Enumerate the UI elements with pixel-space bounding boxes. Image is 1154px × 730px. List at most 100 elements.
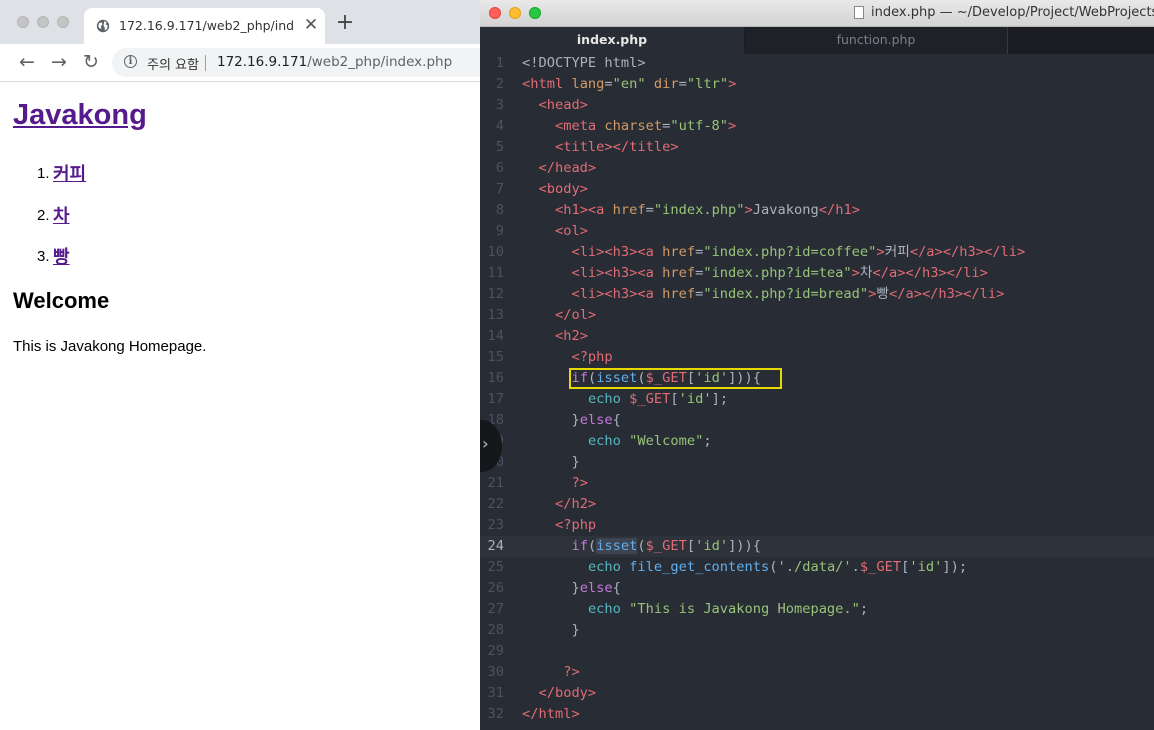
code-line[interactable]: 32 </html> — [480, 704, 1154, 725]
code-text: <html lang="en" dir="ltr"> — [522, 74, 736, 95]
zoom-window-button[interactable] — [57, 16, 69, 28]
code-token: "Welcome" — [629, 433, 704, 449]
code-token: $_GET — [859, 559, 902, 575]
plus-icon[interactable]: + — [334, 12, 356, 34]
close-icon[interactable]: ✕ — [301, 15, 321, 35]
code-line[interactable]: 25 echo file_get_contents('./data/'.$_GE… — [480, 557, 1154, 578]
code-line[interactable]: 14 <h2> — [480, 326, 1154, 347]
code-token: ( — [587, 538, 597, 554]
code-token: = — [645, 202, 654, 218]
list-link-tea[interactable]: 차 — [53, 202, 70, 228]
line-number: 32 — [487, 706, 504, 722]
code-token: </body> — [538, 685, 597, 701]
code-text: <ol> — [522, 221, 588, 242]
code-line[interactable]: 31 </body> — [480, 683, 1154, 704]
code-line[interactable]: 29 — [480, 641, 1154, 662]
list-link-bread[interactable]: 빵 — [53, 243, 70, 269]
code-text: <?php — [522, 347, 612, 368]
code-text: </head> — [522, 158, 596, 179]
code-token: > — [728, 118, 737, 134]
code-line[interactable]: 21 ?> — [480, 473, 1154, 494]
code-token: <li><h3><a — [571, 244, 654, 260]
info-icon[interactable]: i — [124, 55, 137, 68]
line-number: 26 — [487, 580, 504, 596]
code-text: <head> — [522, 95, 587, 116]
code-text: }else{ — [522, 410, 620, 431]
code-line[interactable]: 10 <li><h3><a href="index.php?id=coffee"… — [480, 242, 1154, 263]
minimize-window-button[interactable] — [37, 16, 49, 28]
code-line[interactable]: 17 echo $_GET['id']; — [480, 389, 1154, 410]
code-token: <h2> — [554, 328, 588, 344]
line-number: 1 — [495, 55, 504, 71]
code-line[interactable]: 24 if(isset($_GET['id'])){ — [480, 536, 1154, 557]
code-token: $_GET — [629, 391, 671, 407]
zoom-window-button[interactable] — [529, 7, 541, 19]
line-number: 15 — [487, 349, 504, 365]
list-link-coffee[interactable]: 커피 — [53, 160, 86, 186]
code-line[interactable]: 6 </head> — [480, 158, 1154, 179]
code-line[interactable]: 27 echo "This is Javakong Homepage."; — [480, 599, 1154, 620]
code-line[interactable]: 12 <li><h3><a href="index.php?id=bread">… — [480, 284, 1154, 305]
url-text[interactable]: 172.16.9.171/web2_php/index.php — [217, 54, 452, 70]
code-token: 'id' — [695, 538, 729, 554]
code-line[interactable]: 20 } — [480, 452, 1154, 473]
code-token: { — [612, 580, 621, 596]
line-number: 29 — [487, 643, 504, 659]
security-label[interactable]: 주의 요함 — [147, 54, 199, 73]
code-line[interactable]: 9 <ol> — [480, 221, 1154, 242]
heading-link[interactable]: Javakong — [13, 99, 147, 131]
code-token: "index.php?id=bread" — [703, 286, 869, 302]
code-line[interactable]: 23 <?php — [480, 515, 1154, 536]
code-line[interactable]: 1 <!DOCTYPE html> — [480, 53, 1154, 74]
code-line[interactable]: 4 <meta charset="utf-8"> — [480, 116, 1154, 137]
code-line[interactable]: 11 <li><h3><a href="index.php?id=tea">차<… — [480, 263, 1154, 284]
back-arrow-icon[interactable]: ← — [16, 51, 38, 73]
code-token: "This is Javakong Homepage." — [629, 601, 860, 617]
minimize-window-button[interactable] — [509, 7, 521, 19]
editor-title-bar: index.php — ~/Develop/Project/WebProject… — [480, 0, 1154, 27]
code-line[interactable]: 28 } — [480, 620, 1154, 641]
editor-window-title: index.php — ~/Develop/Project/WebProject… — [871, 5, 1154, 20]
code-line[interactable]: 13 </ol> — [480, 305, 1154, 326]
code-token: </h2> — [554, 496, 597, 512]
code-token: <?php — [554, 517, 597, 533]
code-area[interactable]: 1 <!DOCTYPE html> 2 <html lang="en" dir="lt… — [480, 54, 1154, 730]
address-bar[interactable]: i 주의 요함 172.16.9.171/web2_php/index.php — [112, 48, 480, 77]
code-line[interactable]: 22 </h2> — [480, 494, 1154, 515]
forward-arrow-icon[interactable]: → — [48, 51, 70, 73]
list-number: 2. — [37, 207, 50, 224]
code-token: "ltr" — [686, 76, 729, 92]
close-window-button[interactable] — [489, 7, 501, 19]
code-text: <li><h3><a href="index.php?id=bread">빵</… — [522, 284, 1004, 305]
code-line[interactable]: 15 <?php — [480, 347, 1154, 368]
code-token: Javakong — [752, 202, 819, 218]
browser-tab[interactable]: 172.16.9.171/web2_php/index.p ✕ — [84, 8, 325, 44]
code-text: <h1><a href="index.php">Javakong</h1> — [522, 200, 860, 221]
code-line[interactable]: 18 }else{ — [480, 410, 1154, 431]
code-text: if(isset($_GET['id'])){ — [522, 536, 761, 557]
tab-index-php[interactable]: index.php — [480, 27, 744, 54]
code-line[interactable]: 7 <body> — [480, 179, 1154, 200]
code-line[interactable]: 8 <h1><a href="index.php">Javakong</h1> — [480, 200, 1154, 221]
code-line[interactable]: 26 }else{ — [480, 578, 1154, 599]
code-line[interactable]: 5 <title></title> — [480, 137, 1154, 158]
code-token: 차 — [859, 265, 873, 281]
code-line[interactable]: 19 echo "Welcome"; — [480, 431, 1154, 452]
code-line[interactable]: 3 <head> — [480, 95, 1154, 116]
code-text: </body> — [522, 683, 596, 704]
line-number: 28 — [487, 622, 504, 638]
code-token: <li><h3><a — [571, 265, 654, 281]
code-line[interactable]: 30 ?> — [480, 662, 1154, 683]
code-line[interactable]: 2 <html lang="en" dir="ltr"> — [480, 74, 1154, 95]
tab-function-php[interactable]: function.php — [745, 27, 1007, 54]
code-token: <html — [522, 76, 564, 92]
close-window-button[interactable] — [17, 16, 29, 28]
reload-icon[interactable]: ↻ — [80, 51, 102, 73]
